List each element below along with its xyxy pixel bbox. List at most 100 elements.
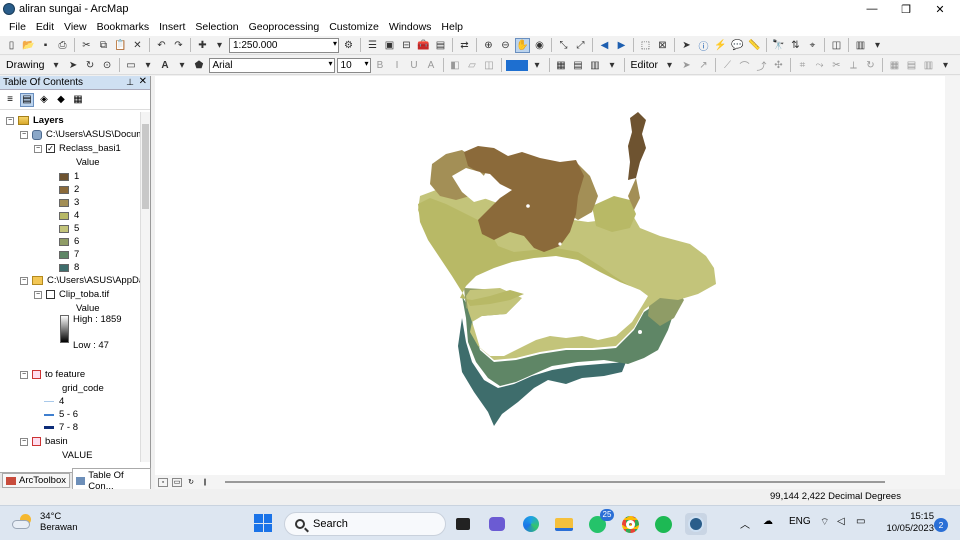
zoom-out-icon[interactable]: ⊖ [498, 38, 513, 53]
editor-menu[interactable]: Editor [629, 59, 660, 71]
rotate-icon[interactable]: ↻ [83, 58, 98, 73]
identify-icon[interactable]: ⓘ [696, 38, 711, 53]
rotate-edit-icon[interactable]: ↻ [863, 58, 878, 73]
legend-line-class[interactable]: 7 - 8 [44, 421, 78, 434]
line-color-icon[interactable]: ▱ [465, 58, 480, 73]
legend-class[interactable]: 7 [59, 248, 79, 261]
toc-scrollbar[interactable] [140, 112, 150, 462]
notification-count-badge[interactable]: 2 [934, 518, 948, 532]
edge-browser-icon[interactable] [520, 513, 542, 535]
minimize-button[interactable]: — [856, 0, 888, 18]
maximize-button[interactable]: ❐ [890, 0, 922, 18]
collapse-icon[interactable]: − [34, 290, 42, 299]
copy-icon[interactable]: ⧉ [96, 38, 111, 53]
task-view-icon[interactable] [452, 513, 474, 535]
html-popup-icon[interactable]: 💬 [730, 38, 745, 53]
straight-segment-icon[interactable]: ⟋ [720, 58, 735, 73]
fill-color-icon[interactable]: ◧ [448, 58, 463, 73]
layer-visibility-checkbox[interactable]: ✓ [46, 144, 55, 153]
pause-drawing-icon[interactable]: ∥ [200, 478, 210, 487]
menu-selection[interactable]: Selection [190, 21, 243, 33]
select-features-icon[interactable]: ⬚ [638, 38, 653, 53]
zoom-in-icon[interactable]: ⊕ [481, 38, 496, 53]
fill-color-dropdown-icon[interactable]: ▾ [530, 58, 545, 73]
edit-tool-icon[interactable]: ➤ [679, 58, 694, 73]
page-setup-icon[interactable]: ▤ [571, 58, 586, 73]
redo-icon[interactable]: ↷ [171, 38, 186, 53]
editor-dropdown-icon[interactable]: ▾ [662, 58, 677, 73]
bold-icon[interactable]: B [373, 58, 388, 73]
battery-icon[interactable]: ▭ [856, 516, 865, 527]
select-elements-icon[interactable]: ➤ [66, 58, 81, 73]
print-icon[interactable]: ⎙ [55, 38, 70, 53]
source-group-2[interactable]: − C:\Users\ASUS\AppDa [20, 274, 140, 287]
pin-icon[interactable]: ⊥ [126, 77, 134, 88]
create-viewer-icon[interactable]: ▥ [853, 38, 868, 53]
clear-selection-icon[interactable]: ⊠ [655, 38, 670, 53]
taskbar-clock[interactable]: 15:15 10/05/2023 [872, 511, 934, 535]
layers-node[interactable]: − Layers [6, 114, 64, 127]
menu-customize[interactable]: Customize [324, 21, 384, 33]
fixed-zoom-in-icon[interactable]: ⤡ [556, 38, 571, 53]
legend-line-class[interactable]: 5 - 6 [44, 408, 78, 421]
zoom-to-selected-icon[interactable]: ⊙ [100, 58, 115, 73]
layout-view-icon[interactable]: ▭ [172, 477, 182, 487]
catalog-window-icon[interactable]: ▣ [382, 38, 397, 53]
attributes-icon[interactable]: ▦ [887, 58, 902, 73]
layer-basin[interactable]: − basin [20, 435, 68, 448]
teams-chat-icon[interactable] [486, 513, 508, 535]
tab-arctoolbox[interactable]: ArcToolbox [2, 473, 70, 488]
weather-widget[interactable]: 34°C Berawan [12, 511, 78, 533]
fill-color-swatch[interactable] [505, 59, 528, 71]
onedrive-cloud-icon[interactable]: ☁ [763, 516, 773, 527]
legend-class[interactable]: 2 [59, 183, 79, 196]
table-of-contents-icon[interactable]: ☰ [365, 38, 380, 53]
rectangle-dropdown-icon[interactable]: ▾ [141, 58, 156, 73]
sketch-properties-icon[interactable]: ▤ [904, 58, 919, 73]
drawing-options-chevron-icon[interactable]: ▾ [605, 58, 620, 73]
hyperlink-icon[interactable]: ⚡ [713, 38, 728, 53]
legend-class[interactable]: 8 [59, 261, 79, 274]
legend-class[interactable]: 6 [59, 235, 79, 248]
whatsapp-icon[interactable]: 25 [586, 509, 614, 535]
collapse-icon[interactable]: − [20, 276, 28, 285]
collapse-icon[interactable]: − [6, 116, 14, 125]
source-group-1[interactable]: − C:\Users\ASUS\Docum [20, 128, 140, 141]
layout-view-icon[interactable]: ▦ [554, 58, 569, 73]
pan-hand-icon[interactable]: ✋ [515, 37, 530, 53]
delete-icon[interactable]: ✕ [130, 38, 145, 53]
python-window-icon[interactable]: ▤ [433, 38, 448, 53]
legend-class[interactable]: 3 [59, 196, 79, 209]
drawing-menu[interactable]: Drawing [4, 59, 47, 71]
arrange-icon[interactable]: ▥ [588, 58, 603, 73]
new-document-icon[interactable]: ▯ [4, 38, 19, 53]
collapse-icon[interactable]: − [34, 144, 42, 153]
edit-vertices-tool-icon[interactable]: ⌗ [795, 58, 810, 73]
menu-insert[interactable]: Insert [154, 21, 190, 33]
split-icon[interactable]: ⟂ [846, 58, 861, 73]
select-elements-arrow-icon[interactable]: ➤ [679, 38, 694, 53]
windows-start-icon[interactable] [254, 514, 272, 532]
chrome-icon[interactable] [619, 513, 641, 535]
menu-help[interactable]: Help [436, 21, 468, 33]
show-hidden-icons-icon[interactable]: ︿ [740, 516, 750, 531]
wifi-icon[interactable]: ⌔ [820, 516, 829, 529]
measure-icon[interactable]: 📏 [747, 38, 762, 53]
language-indicator[interactable]: ENG [789, 516, 811, 527]
legend-class[interactable]: 1 [59, 170, 79, 183]
list-by-visibility-icon[interactable]: ◈ [37, 93, 51, 107]
legend-class[interactable]: 5 [59, 222, 79, 235]
list-by-source-icon[interactable]: ▤ [20, 92, 34, 107]
close-icon[interactable]: ✕ [139, 76, 147, 87]
spotify-icon[interactable] [652, 513, 674, 535]
font-size-combo[interactable]: 10 ▾ [336, 57, 371, 73]
full-extent-globe-icon[interactable]: ◉ [532, 38, 547, 53]
font-color-icon[interactable]: A [424, 58, 439, 73]
map-canvas[interactable] [155, 76, 945, 475]
cut-icon[interactable]: ✂ [79, 38, 94, 53]
layer-feature[interactable]: − to feature [20, 368, 85, 381]
list-by-selection-icon[interactable]: ◆ [54, 93, 68, 107]
save-icon[interactable]: ▪ [38, 38, 53, 53]
open-folder-icon[interactable]: 📂 [21, 38, 36, 53]
volume-icon[interactable]: ◁ [837, 516, 845, 527]
